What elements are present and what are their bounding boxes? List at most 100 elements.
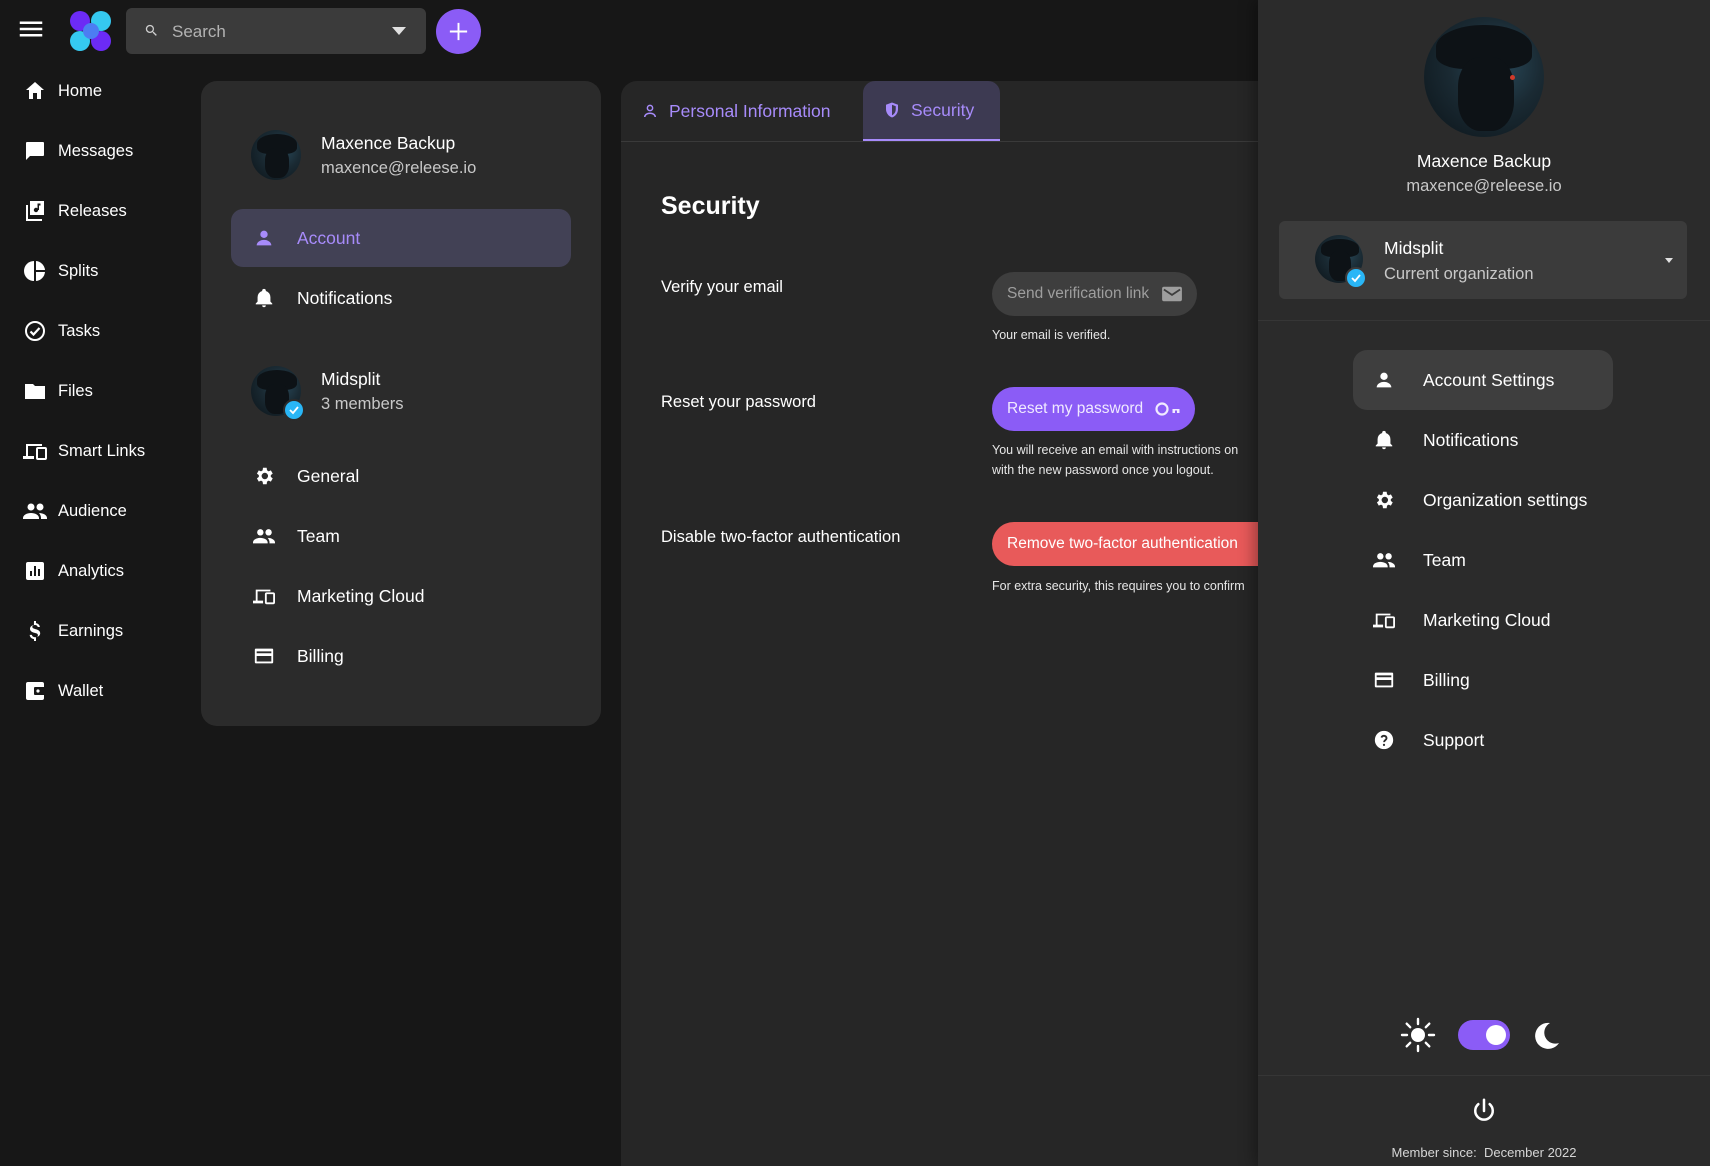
tab-bar: Personal Information Security xyxy=(621,81,1261,142)
sidebar-item-label: Smart Links xyxy=(58,441,146,460)
power-icon[interactable] xyxy=(1469,1096,1499,1126)
sidebar-item-tasks[interactable]: Tasks xyxy=(20,311,190,351)
key-icon xyxy=(1155,401,1181,417)
bell-icon xyxy=(249,287,279,309)
help-icon xyxy=(1369,729,1399,751)
org-subtitle: Current organization xyxy=(1384,265,1534,283)
menu-item-notifications[interactable]: Notifications xyxy=(231,269,571,327)
person-icon xyxy=(1369,369,1399,391)
sidebar-item-messages[interactable]: Messages xyxy=(20,131,190,171)
search-input[interactable] xyxy=(170,8,374,56)
releases-icon xyxy=(20,196,50,226)
menu-item-general[interactable]: General xyxy=(231,447,571,505)
verified-badge-icon xyxy=(1345,267,1367,289)
wallet-icon xyxy=(20,676,50,706)
drawer-item-notifications[interactable]: Notifications xyxy=(1353,410,1613,470)
bell-icon xyxy=(1369,429,1399,451)
person-outline-icon xyxy=(641,102,659,120)
sidebar-item-releases[interactable]: Releases xyxy=(20,191,190,231)
member-since-value: December 2022 xyxy=(1483,1145,1577,1160)
account-drawer: Maxence Backup maxence@releese.io Midspl… xyxy=(1258,0,1710,1166)
avatar[interactable] xyxy=(251,130,301,180)
tab-security[interactable]: Security xyxy=(863,81,1000,141)
reset-password-helper-line-2: with the new password once you logout. xyxy=(992,463,1214,477)
toggle-knob xyxy=(1486,1025,1506,1045)
shield-icon xyxy=(883,101,901,119)
verified-badge-icon xyxy=(283,399,305,421)
credit-card-icon xyxy=(1369,669,1399,691)
sidebar-item-label: Files xyxy=(58,381,93,400)
splits-icon xyxy=(20,256,50,286)
devices-icon xyxy=(249,585,279,607)
profile-name: Maxence Backup xyxy=(1416,151,1552,171)
drawer-item-label: Account Settings xyxy=(1423,369,1555,390)
home-icon xyxy=(20,76,50,106)
sidebar-item-wallet[interactable]: Wallet xyxy=(20,671,190,711)
sidebar-item-audience[interactable]: Audience xyxy=(20,491,190,531)
drawer-item-account-settings[interactable]: Account Settings xyxy=(1353,350,1613,410)
sun-icon[interactable] xyxy=(1400,1017,1436,1053)
app-logo[interactable] xyxy=(68,10,114,52)
reset-password-helper: You will receive an email with instructi… xyxy=(992,440,1238,480)
theme-toggle[interactable] xyxy=(1458,1020,1510,1050)
sidebar-item-label: Analytics xyxy=(58,561,125,580)
sidebar-item-splits[interactable]: Splits xyxy=(20,251,190,291)
sidebar-item-label: Home xyxy=(58,81,103,100)
drawer-item-team[interactable]: Team xyxy=(1353,530,1613,590)
menu-item-team[interactable]: Team xyxy=(231,507,571,565)
drawer-item-organization-settings[interactable]: Organization settings xyxy=(1353,470,1653,530)
add-button[interactable] xyxy=(436,9,481,54)
member-since-label: Member since: xyxy=(1391,1145,1477,1160)
profile-email: maxence@releese.io xyxy=(1406,177,1562,195)
menu-item-label: Notifications xyxy=(297,287,393,308)
menu-icon[interactable] xyxy=(16,14,46,44)
gear-icon xyxy=(1369,489,1399,511)
sidebar-item-label: Earnings xyxy=(58,621,124,640)
drawer-item-label: Billing xyxy=(1423,669,1470,690)
tab-label: Personal Information xyxy=(669,100,831,121)
disable-2fa-helper: For extra security, this requires you to… xyxy=(992,579,1245,593)
reset-password-button[interactable]: Reset my password xyxy=(992,387,1196,431)
messages-icon xyxy=(20,136,50,166)
drawer-item-billing[interactable]: Billing xyxy=(1353,650,1613,710)
sidebar-item-files[interactable]: Files xyxy=(20,371,190,411)
drawer-item-marketing-cloud[interactable]: Marketing Cloud xyxy=(1353,590,1613,650)
moon-icon[interactable] xyxy=(1530,1020,1562,1052)
profile-avatar[interactable] xyxy=(1424,17,1544,137)
tab-label: Security xyxy=(911,99,975,120)
drawer-item-support[interactable]: Support xyxy=(1353,710,1613,770)
sidebar-item-label: Tasks xyxy=(58,321,101,340)
menu-item-label: Marketing Cloud xyxy=(297,585,425,606)
devices-icon xyxy=(20,436,50,466)
sidebar-item-earnings[interactable]: Earnings xyxy=(20,611,190,651)
sidebar-item-analytics[interactable]: Analytics xyxy=(20,551,190,591)
organization-selector[interactable]: Midsplit Current organization xyxy=(1279,221,1687,299)
sidebar-item-home[interactable]: Home xyxy=(20,71,190,111)
drawer-item-label: Notifications xyxy=(1423,429,1519,450)
reset-password-helper-line-1: You will receive an email with instructi… xyxy=(992,443,1239,457)
divider xyxy=(1258,320,1710,321)
sidebar-item-smart-links[interactable]: Smart Links xyxy=(20,431,190,471)
menu-item-marketing-cloud[interactable]: Marketing Cloud xyxy=(231,567,571,625)
reset-password-label: Reset your password xyxy=(661,393,816,411)
org-name: Midsplit xyxy=(321,369,381,389)
sidebar-item-label: Audience xyxy=(58,501,127,520)
chevron-down-icon[interactable] xyxy=(392,26,406,36)
send-verification-link-button[interactable]: Send verification link xyxy=(992,272,1198,316)
drawer-item-label: Support xyxy=(1423,729,1485,750)
menu-item-label: Account xyxy=(297,227,361,248)
tab-personal-information[interactable]: Personal Information xyxy=(641,81,830,141)
sidebar-item-label: Releases xyxy=(58,201,127,220)
search-bar[interactable] xyxy=(126,8,426,56)
menu-item-billing[interactable]: Billing xyxy=(231,627,571,685)
disable-2fa-label: Disable two-factor authentication xyxy=(661,528,901,546)
menu-item-label: Billing xyxy=(297,645,344,666)
person-icon xyxy=(249,227,279,249)
sidebar-item-label: Splits xyxy=(58,261,99,280)
divider xyxy=(1258,1075,1710,1076)
button-label: Reset my password xyxy=(1007,400,1144,417)
remove-2fa-button[interactable]: Remove two-factor authentication xyxy=(992,522,1261,566)
org-name: Midsplit xyxy=(1384,238,1444,258)
verify-email-helper: Your email is verified. xyxy=(992,328,1111,342)
menu-item-account[interactable]: Account xyxy=(231,209,571,267)
